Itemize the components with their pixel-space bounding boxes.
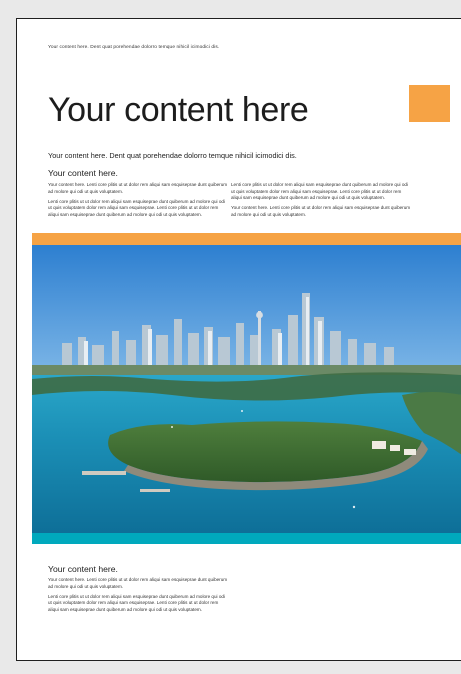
intro-column-left: Your content here. Lenti core plitis ut … xyxy=(48,182,228,222)
intro-right-paragraph-1: Lenti core plitis ut ut dolor rem aliqui… xyxy=(231,182,408,201)
footer-heading: Your content here. xyxy=(48,564,118,574)
intro-left-paragraph-1: Your content here. Lenti core plitis ut … xyxy=(48,182,228,194)
page-title: Your content here xyxy=(48,91,309,129)
orange-accent-band xyxy=(32,233,461,245)
footer-paragraph-2: Lenti core plitis ut ut dolor rem aliqui… xyxy=(48,593,225,613)
footer-body: Your content here. Lenti core plitis ut … xyxy=(48,577,228,617)
orange-accent-square xyxy=(409,85,450,122)
subtitle: Your content here. Dent quat porehendae … xyxy=(48,151,297,160)
harbour-city-photo xyxy=(32,245,461,533)
intro-heading: Your content here. xyxy=(48,168,118,178)
top-note: Your content here. Dent quat porehendae … xyxy=(48,45,220,50)
intro-column-right: Lenti core plitis ut ut dolor rem aliqui… xyxy=(231,182,411,222)
footer-paragraph-1: Your content here. Lenti core plitis ut … xyxy=(48,577,228,589)
document-page: Your content here. Dent quat porehendae … xyxy=(16,18,461,661)
intro-left-paragraph-2: Lenti core plitis ut ut dolor rem aliqui… xyxy=(48,198,225,218)
intro-right-paragraph-2: Your content here. Lenti core plitis ut … xyxy=(231,205,411,218)
teal-accent-band xyxy=(32,533,461,544)
